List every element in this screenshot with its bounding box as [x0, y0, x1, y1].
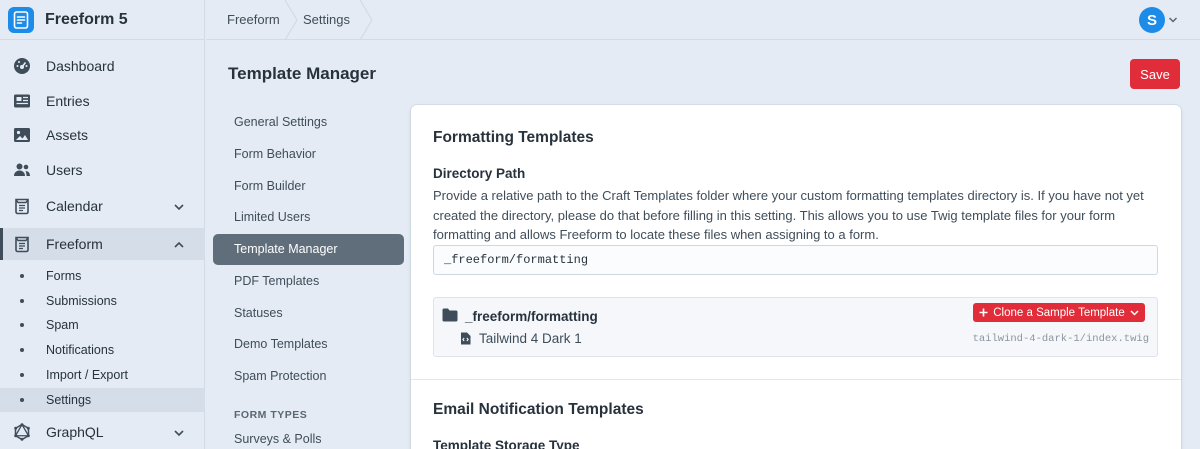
bullet-icon: [20, 299, 24, 303]
bullet-icon: [20, 274, 24, 278]
directory-listing: _freeform/formatting Clone a Sample Temp…: [433, 297, 1158, 357]
code-file-icon: [461, 332, 471, 345]
settings-nav-heading: FORM TYPES: [234, 409, 308, 421]
plus-icon: [979, 308, 988, 317]
sidebar-item-label: GraphQL: [46, 424, 104, 440]
sidebar-item-dashboard[interactable]: Dashboard: [0, 50, 205, 82]
breadcrumb-separator-icon: [359, 0, 373, 40]
app-name: Freeform 5: [45, 11, 128, 28]
page-title: Template Manager: [228, 64, 377, 83]
settings-nav-label: Spam Protection: [234, 369, 327, 383]
sidebar-sub-item-submissions[interactable]: Submissions: [0, 289, 205, 313]
settings-nav-label: Demo Templates: [234, 337, 328, 351]
newspaper-icon: [14, 94, 30, 108]
sidebar-sub-item-label: Notifications: [46, 343, 115, 357]
sidebar-item-label: Dashboard: [46, 58, 115, 74]
sidebar-sub-item-label: Import / Export: [46, 368, 128, 382]
sidebar-item-freeform[interactable]: Freeform: [0, 228, 205, 260]
breadcrumb-settings[interactable]: Settings: [303, 12, 350, 27]
breadcrumb-freeform[interactable]: Freeform: [227, 12, 280, 27]
sidebar-item-label: Calendar: [46, 198, 103, 214]
sidebar-sub-item-label: Submissions: [46, 294, 117, 308]
settings-nav-label: Form Builder: [234, 179, 306, 193]
settings-nav-limited-users[interactable]: Limited Users: [213, 202, 404, 233]
directory-path-input[interactable]: [433, 245, 1158, 275]
sidebar-item-graphql[interactable]: GraphQL: [0, 416, 205, 448]
sidebar-item-calendar[interactable]: Calendar: [0, 190, 205, 222]
freeform-logo-icon: [8, 7, 34, 33]
settings-nav-label: PDF Templates: [234, 274, 320, 288]
sidebar-item-label: Assets: [46, 127, 89, 143]
freeform-icon: [15, 236, 29, 253]
folder-name: _freeform/formatting: [465, 309, 598, 324]
template-file-path: tailwind-4-dark-1/index.twig: [972, 333, 1149, 345]
sidebar-item-users[interactable]: Users: [0, 154, 205, 186]
bullet-icon: [20, 373, 24, 377]
chevron-up-icon: [174, 241, 184, 248]
gauge-icon: [14, 58, 30, 74]
top-bar: Freeform Settings S: [206, 0, 1200, 40]
template-storage-type-label: Template Storage Type: [433, 438, 580, 449]
formatting-templates-title: Formatting Templates: [433, 129, 594, 146]
sidebar-item-label: Users: [46, 162, 83, 178]
email-notification-templates-title: Email Notification Templates: [433, 401, 644, 418]
sidebar-sub-item-label: Forms: [46, 269, 82, 283]
sidebar-sub-item-import-export[interactable]: Import / Export: [0, 363, 205, 387]
brand[interactable]: Freeform 5: [0, 0, 205, 40]
chevron-down-icon: [174, 430, 184, 437]
bullet-icon: [20, 323, 24, 327]
settings-nav-form-behavior[interactable]: Form Behavior: [213, 139, 404, 170]
global-sidebar: Freeform 5 Dashboard Entries Assets User…: [0, 0, 205, 449]
settings-nav-label: Limited Users: [234, 210, 311, 224]
graphql-icon: [14, 423, 30, 441]
sidebar-item-entries[interactable]: Entries: [0, 85, 205, 117]
sidebar-sub-item-settings[interactable]: Settings: [0, 388, 205, 412]
image-icon: [14, 128, 30, 142]
breadcrumb-separator-icon: [284, 0, 298, 40]
save-button[interactable]: Save: [1130, 59, 1180, 89]
settings-nav-statuses[interactable]: Statuses: [213, 298, 404, 329]
calendar-icon: [15, 198, 29, 215]
settings-nav-label: Form Behavior: [234, 147, 316, 161]
settings-nav-template-manager[interactable]: Template Manager: [213, 234, 404, 265]
settings-nav-pdf-templates[interactable]: PDF Templates: [213, 266, 404, 297]
chevron-down-icon[interactable]: [1168, 15, 1178, 25]
settings-nav-general-settings[interactable]: General Settings: [213, 107, 404, 138]
section-divider: [411, 379, 1181, 380]
sidebar-sub-item-spam[interactable]: Spam: [0, 313, 205, 337]
folder-icon: [442, 308, 458, 322]
settings-nav-label: Template Manager: [234, 242, 338, 256]
sidebar-sub-item-forms[interactable]: Forms: [0, 264, 205, 288]
settings-nav-form-builder[interactable]: Form Builder: [213, 171, 404, 202]
users-icon: [14, 163, 30, 176]
sidebar-sub-item-label: Spam: [46, 318, 79, 332]
user-avatar[interactable]: S: [1139, 7, 1165, 33]
template-file-name[interactable]: Tailwind 4 Dark 1: [479, 331, 582, 346]
clone-sample-template-button[interactable]: Clone a Sample Template: [973, 303, 1145, 322]
settings-nav-surveys-polls[interactable]: Surveys & Polls: [213, 424, 404, 449]
sidebar-sub-item-label: Settings: [46, 393, 92, 407]
settings-nav-label: Surveys & Polls: [234, 432, 322, 446]
settings-nav-demo-templates[interactable]: Demo Templates: [213, 329, 404, 360]
settings-nav-label: Statuses: [234, 306, 283, 320]
sidebar-sub-item-notifications[interactable]: Notifications: [0, 338, 205, 362]
settings-nav-label: General Settings: [234, 115, 328, 129]
chevron-down-icon: [174, 204, 184, 211]
sidebar-item-assets[interactable]: Assets: [0, 119, 205, 151]
sidebar-item-label: Freeform: [46, 236, 103, 252]
directory-path-description: Provide a relative path to the Craft Tem…: [433, 188, 1144, 242]
bullet-icon: [20, 398, 24, 402]
directory-path-label: Directory Path: [433, 166, 526, 181]
content-panel: Formatting Templates Directory Path Prov…: [411, 105, 1181, 449]
settings-nav-spam-protection[interactable]: Spam Protection: [213, 361, 404, 392]
sidebar-item-label: Entries: [46, 93, 90, 109]
clone-button-label: Clone a Sample Template: [993, 306, 1125, 319]
chevron-down-icon: [1130, 310, 1139, 316]
bullet-icon: [20, 348, 24, 352]
